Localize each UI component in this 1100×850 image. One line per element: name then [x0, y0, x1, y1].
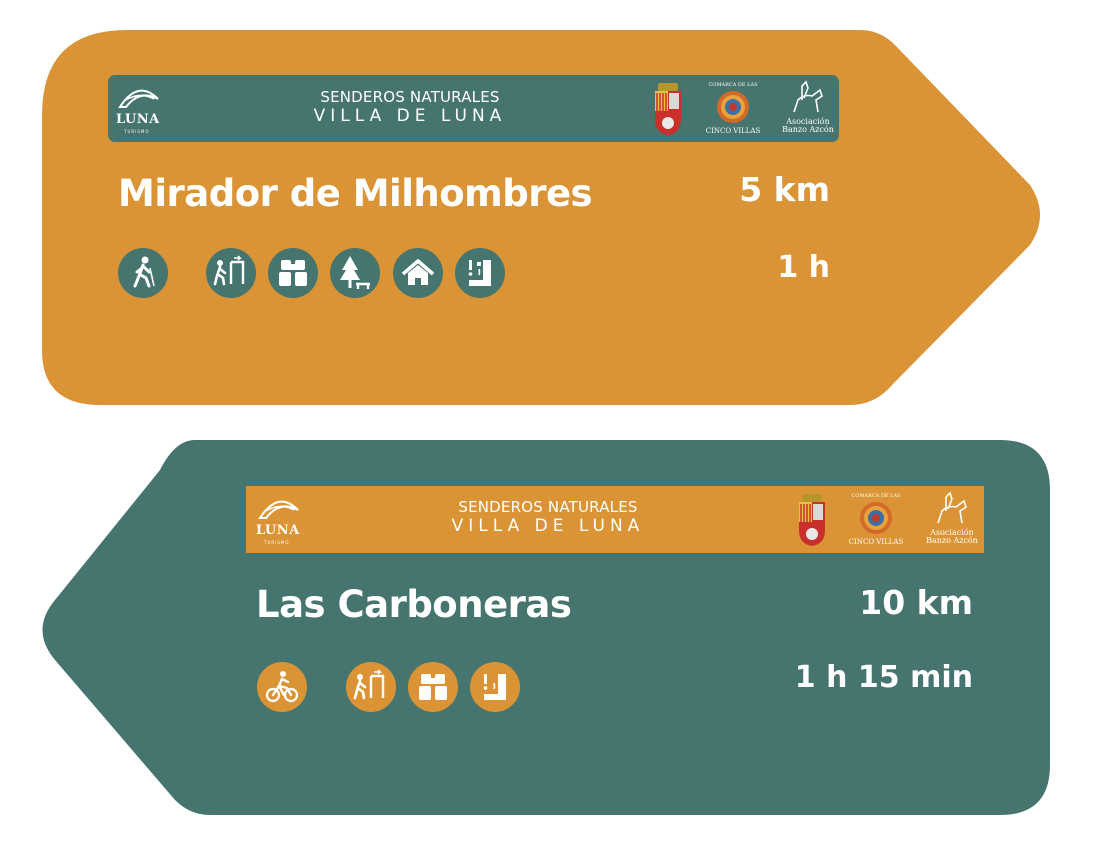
luna-moon-icon: [118, 89, 159, 108]
comarca-top-text: COMARCA DE LAS: [851, 493, 901, 499]
luna-turismo-logo: LUNA TURISMO: [110, 77, 170, 137]
coat-of-arms-icon: [655, 83, 681, 135]
comarca-bottom-text: CINCO VILLAS: [848, 538, 904, 546]
banner-line1: SENDEROS NATURALES: [458, 498, 638, 516]
coat-of-arms-icon: [799, 494, 825, 546]
sign2-duration: 1 h 15 min: [794, 660, 973, 695]
luna-logo-word: LUNA: [256, 523, 300, 538]
luna-moon-icon: [258, 500, 299, 519]
sign1-distance: 5 km: [739, 170, 830, 209]
cyclist-icon: [257, 662, 307, 712]
luna-logo-sub: TURISMO: [124, 129, 150, 134]
asociacion-text: Asociación Banzo Azcón: [782, 117, 834, 134]
banner-line1: SENDEROS NATURALES: [320, 88, 500, 106]
sign1-duration: 1 h: [777, 250, 830, 285]
viewpoint-sign-icon: [206, 248, 256, 298]
binoculars-icon: [408, 662, 458, 712]
sign2-distance: 10 km: [859, 583, 973, 622]
picnic-area-icon: [330, 248, 380, 298]
luna-logo-word: LUNA: [116, 112, 160, 127]
horse-rider-icon: [793, 80, 823, 113]
comarca-cinco-villas-emblem: COMARCA DE LAS CINCO VILLAS: [846, 488, 906, 548]
asociacion-banzo-azcon-emblem: Asociación Banzo Azcón: [924, 489, 980, 549]
water-fountain-icon: [470, 662, 520, 712]
comarca-bottom-text: CINCO VILLAS: [705, 127, 761, 135]
binoculars-icon: [268, 248, 318, 298]
sign2-banner-text: SENDEROS NATURALES VILLA DE LUNA: [418, 498, 678, 536]
luna-logo-sub: TURISMO: [264, 540, 290, 545]
comarca-cinco-villas-emblem: COMARCA DE LAS CINCO VILLAS: [703, 77, 763, 137]
hiker-icon: [118, 248, 168, 298]
sign1-banner-text: SENDEROS NATURALES VILLA DE LUNA: [280, 88, 540, 126]
viewpoint-sign-icon: [346, 662, 396, 712]
sign2-title: Las Carboneras: [256, 583, 572, 626]
water-fountain-icon: [455, 248, 505, 298]
asociacion-banzo-azcon-emblem: Asociación Banzo Azcón: [780, 78, 836, 138]
horse-rider-icon: [937, 491, 967, 524]
banner-line2: VILLA DE LUNA: [313, 106, 507, 126]
sign1-title: Mirador de Milhombres: [118, 172, 593, 215]
luna-turismo-logo: LUNA TURISMO: [250, 488, 310, 548]
shelter-house-icon: [393, 248, 443, 298]
comarca-top-text: COMARCA DE LAS: [708, 82, 758, 88]
asociacion-text: Asociación Banzo Azcón: [926, 528, 978, 545]
banner-line2: VILLA DE LUNA: [451, 516, 645, 536]
